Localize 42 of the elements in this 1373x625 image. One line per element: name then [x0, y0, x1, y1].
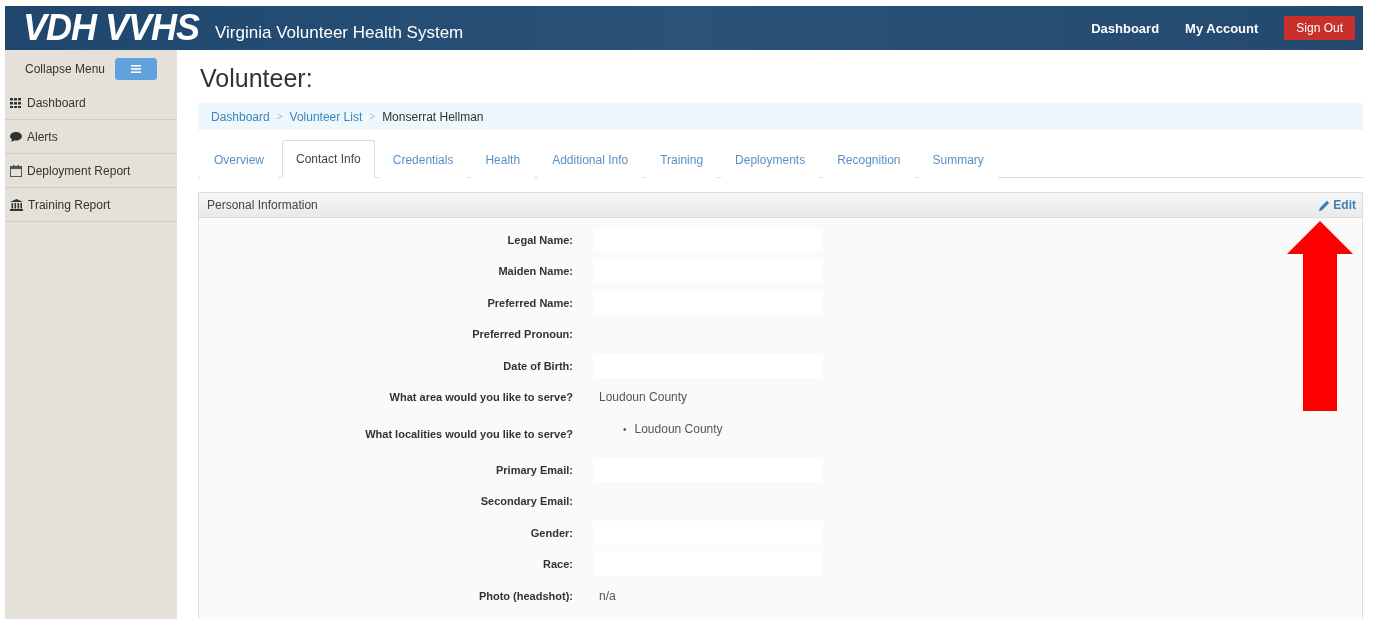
field-label: Maiden Name:: [497, 265, 573, 278]
breadcrumb-link[interactable]: Volunteer List: [289, 109, 363, 124]
breadcrumb-link[interactable]: Dashboard: [211, 109, 270, 124]
field-label: Primary Email:: [494, 463, 573, 476]
page-title: Volunteer:: [200, 64, 314, 93]
menu-icon: [131, 65, 142, 73]
breadcrumb-separator: >: [276, 111, 283, 122]
field-label: What localities would you like to serve?: [364, 427, 573, 440]
bank-icon: [10, 198, 23, 211]
breadcrumb-separator: >: [369, 111, 376, 122]
field-label: Preferred Pronoun:: [471, 328, 573, 341]
field-label: Photo (headshot):: [477, 589, 573, 602]
field-label: Preferred Name:: [486, 296, 573, 309]
menu-button[interactable]: [115, 58, 158, 80]
sidebar-item[interactable]: Alerts: [5, 120, 177, 154]
edit-link[interactable]: Edit: [1319, 198, 1356, 212]
list-item: Loudoun County: [634, 422, 723, 436]
sidebar-item[interactable]: Deployment Report: [5, 154, 177, 188]
field-label: Race:: [542, 558, 573, 571]
field-value: n/a: [598, 588, 617, 603]
sidebar-item[interactable]: Dashboard: [5, 86, 177, 120]
field-label: Date of Birth:: [502, 359, 573, 372]
field-label: Gender:: [529, 526, 573, 539]
calendar-icon: [10, 164, 22, 177]
tab[interactable]: Contact Info: [282, 140, 375, 178]
speech-bubble-icon: [10, 131, 22, 142]
site-subtitle: Virginia Volunteer Health System: [215, 23, 464, 43]
panel-title: Personal Information: [207, 198, 318, 212]
field-label: What area would you like to serve?: [388, 391, 573, 404]
breadcrumb-current: Monserrat Hellman: [382, 109, 484, 124]
grid-icon: [10, 97, 22, 108]
pencil-icon: [1319, 199, 1331, 211]
field-label: Legal Name:: [506, 233, 573, 246]
field-value: Loudoun County: [598, 390, 689, 405]
logo: VDH VVHS: [23, 7, 200, 49]
field-label: Secondary Email:: [479, 495, 573, 508]
bullet: •: [623, 423, 627, 435]
nav-link[interactable]: My Account: [1185, 20, 1259, 36]
sign-out-button[interactable]: Sign Out: [1284, 16, 1355, 40]
collapse-menu-label: Collapse Menu: [25, 62, 106, 76]
nav-link[interactable]: Dashboard: [1091, 20, 1160, 36]
sidebar-item[interactable]: Training Report: [5, 188, 177, 222]
